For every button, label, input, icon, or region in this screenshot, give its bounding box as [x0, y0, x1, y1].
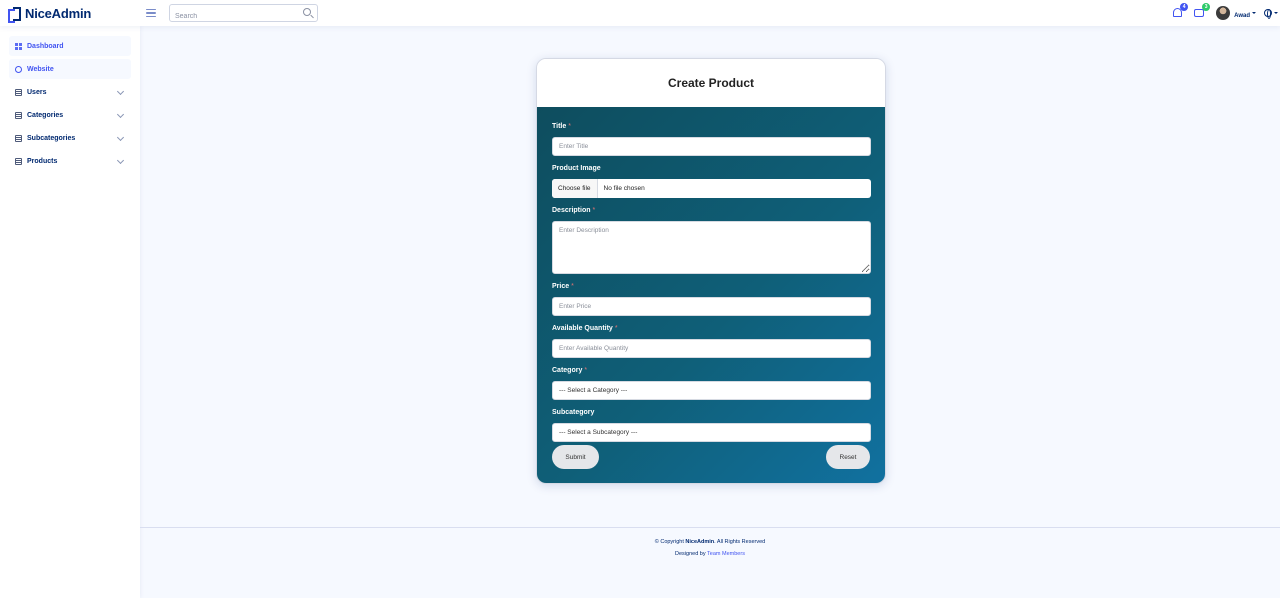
product-image-file-input[interactable]: Choose file No file chosen [552, 179, 871, 198]
sidebar-item-label: Users [27, 88, 47, 96]
list-icon [15, 134, 22, 142]
product-form: Title* Product Image Choose file No file… [537, 107, 885, 483]
footer: © Copyright NiceAdmin. All Rights Reserv… [140, 527, 1280, 598]
form-actions: Submit Reset [552, 445, 870, 469]
brand-name: NiceAdmin [25, 5, 92, 21]
available-quantity-label: Available Quantity * [552, 325, 618, 332]
chevron-down-icon [116, 133, 125, 142]
sidebar-item-label: Products [27, 157, 58, 165]
brand-logo[interactable]: NiceAdmin [8, 5, 146, 23]
team-members-link[interactable]: Team Members [707, 551, 745, 557]
sidebar-item-label: Categories [27, 111, 64, 119]
search-icon[interactable] [303, 8, 311, 16]
create-product-card: Create Product Title* Product Image Choo… [536, 58, 886, 484]
sidebar-item-products[interactable]: Products [9, 151, 131, 171]
description-label: Description * [552, 207, 596, 214]
user-name: Awad [1234, 13, 1250, 19]
category-label: Category * [552, 367, 588, 374]
product-image-label: Product Image [552, 165, 601, 172]
list-icon [15, 157, 22, 165]
grid-icon [15, 42, 22, 50]
designed-by-text: Designed by Team Members [675, 551, 745, 557]
avatar[interactable] [1216, 6, 1231, 20]
sidebar-item-categories[interactable]: Categories [9, 105, 131, 125]
caret-down-icon [1274, 12, 1278, 14]
notifications-button[interactable]: 4 [1172, 3, 1189, 19]
price-input[interactable] [552, 297, 871, 316]
reset-button[interactable]: Reset [826, 445, 870, 469]
menu-toggle-icon[interactable] [146, 8, 156, 18]
sidebar-item-label: Website [27, 65, 54, 73]
notifications-badge: 4 [1180, 3, 1189, 11]
messages-button[interactable]: 3 [1194, 3, 1211, 19]
copyright-brand: NiceAdmin [685, 539, 715, 545]
sidebar-item-users[interactable]: Users [9, 82, 131, 102]
choose-file-button[interactable]: Choose file [552, 179, 598, 198]
profile-dropdown[interactable]: Awad [1234, 4, 1256, 22]
title-label: Title * [552, 123, 571, 130]
subcategory-label: Subcategory [552, 409, 595, 416]
chevron-down-icon [116, 110, 125, 119]
sidebar: Dashboard Website Users Categories Subca… [0, 26, 140, 598]
list-icon [15, 88, 22, 96]
price-label: Price * [552, 283, 574, 290]
sidebar-item-subcategories[interactable]: Subcategories [9, 128, 131, 148]
header-actions: 4 3 Awad [1172, 0, 1280, 26]
available-quantity-input[interactable] [552, 339, 871, 358]
submit-button[interactable]: Submit [552, 445, 599, 469]
logo-icon [8, 6, 21, 23]
globe-icon [15, 65, 22, 73]
file-status-text: No file chosen [603, 185, 645, 192]
top-header: NiceAdmin 4 3 Awad [0, 0, 1280, 26]
description-textarea[interactable] [552, 221, 871, 274]
page-title: Create Product [667, 76, 755, 90]
globe-icon [1264, 9, 1272, 19]
language-dropdown[interactable] [1256, 9, 1278, 19]
sidebar-item-label: Dashboard [27, 42, 64, 50]
title-input[interactable] [552, 137, 871, 156]
search-bar [169, 4, 318, 25]
sidebar-item-dashboard[interactable]: Dashboard [9, 36, 131, 56]
search-input[interactable] [170, 8, 290, 25]
list-icon [15, 111, 22, 119]
sidebar-item-label: Subcategories [27, 134, 76, 142]
chevron-down-icon [116, 87, 125, 96]
subcategory-select[interactable]: --- Select a Subcategory --- [552, 423, 871, 442]
copyright-text: © Copyright NiceAdmin. All Rights Reserv… [654, 539, 766, 545]
card-header: Create Product [537, 59, 885, 107]
chevron-down-icon [116, 156, 125, 165]
category-select[interactable]: --- Select a Category --- [552, 381, 871, 400]
messages-badge: 3 [1202, 3, 1211, 11]
sidebar-item-website[interactable]: Website [9, 59, 131, 79]
